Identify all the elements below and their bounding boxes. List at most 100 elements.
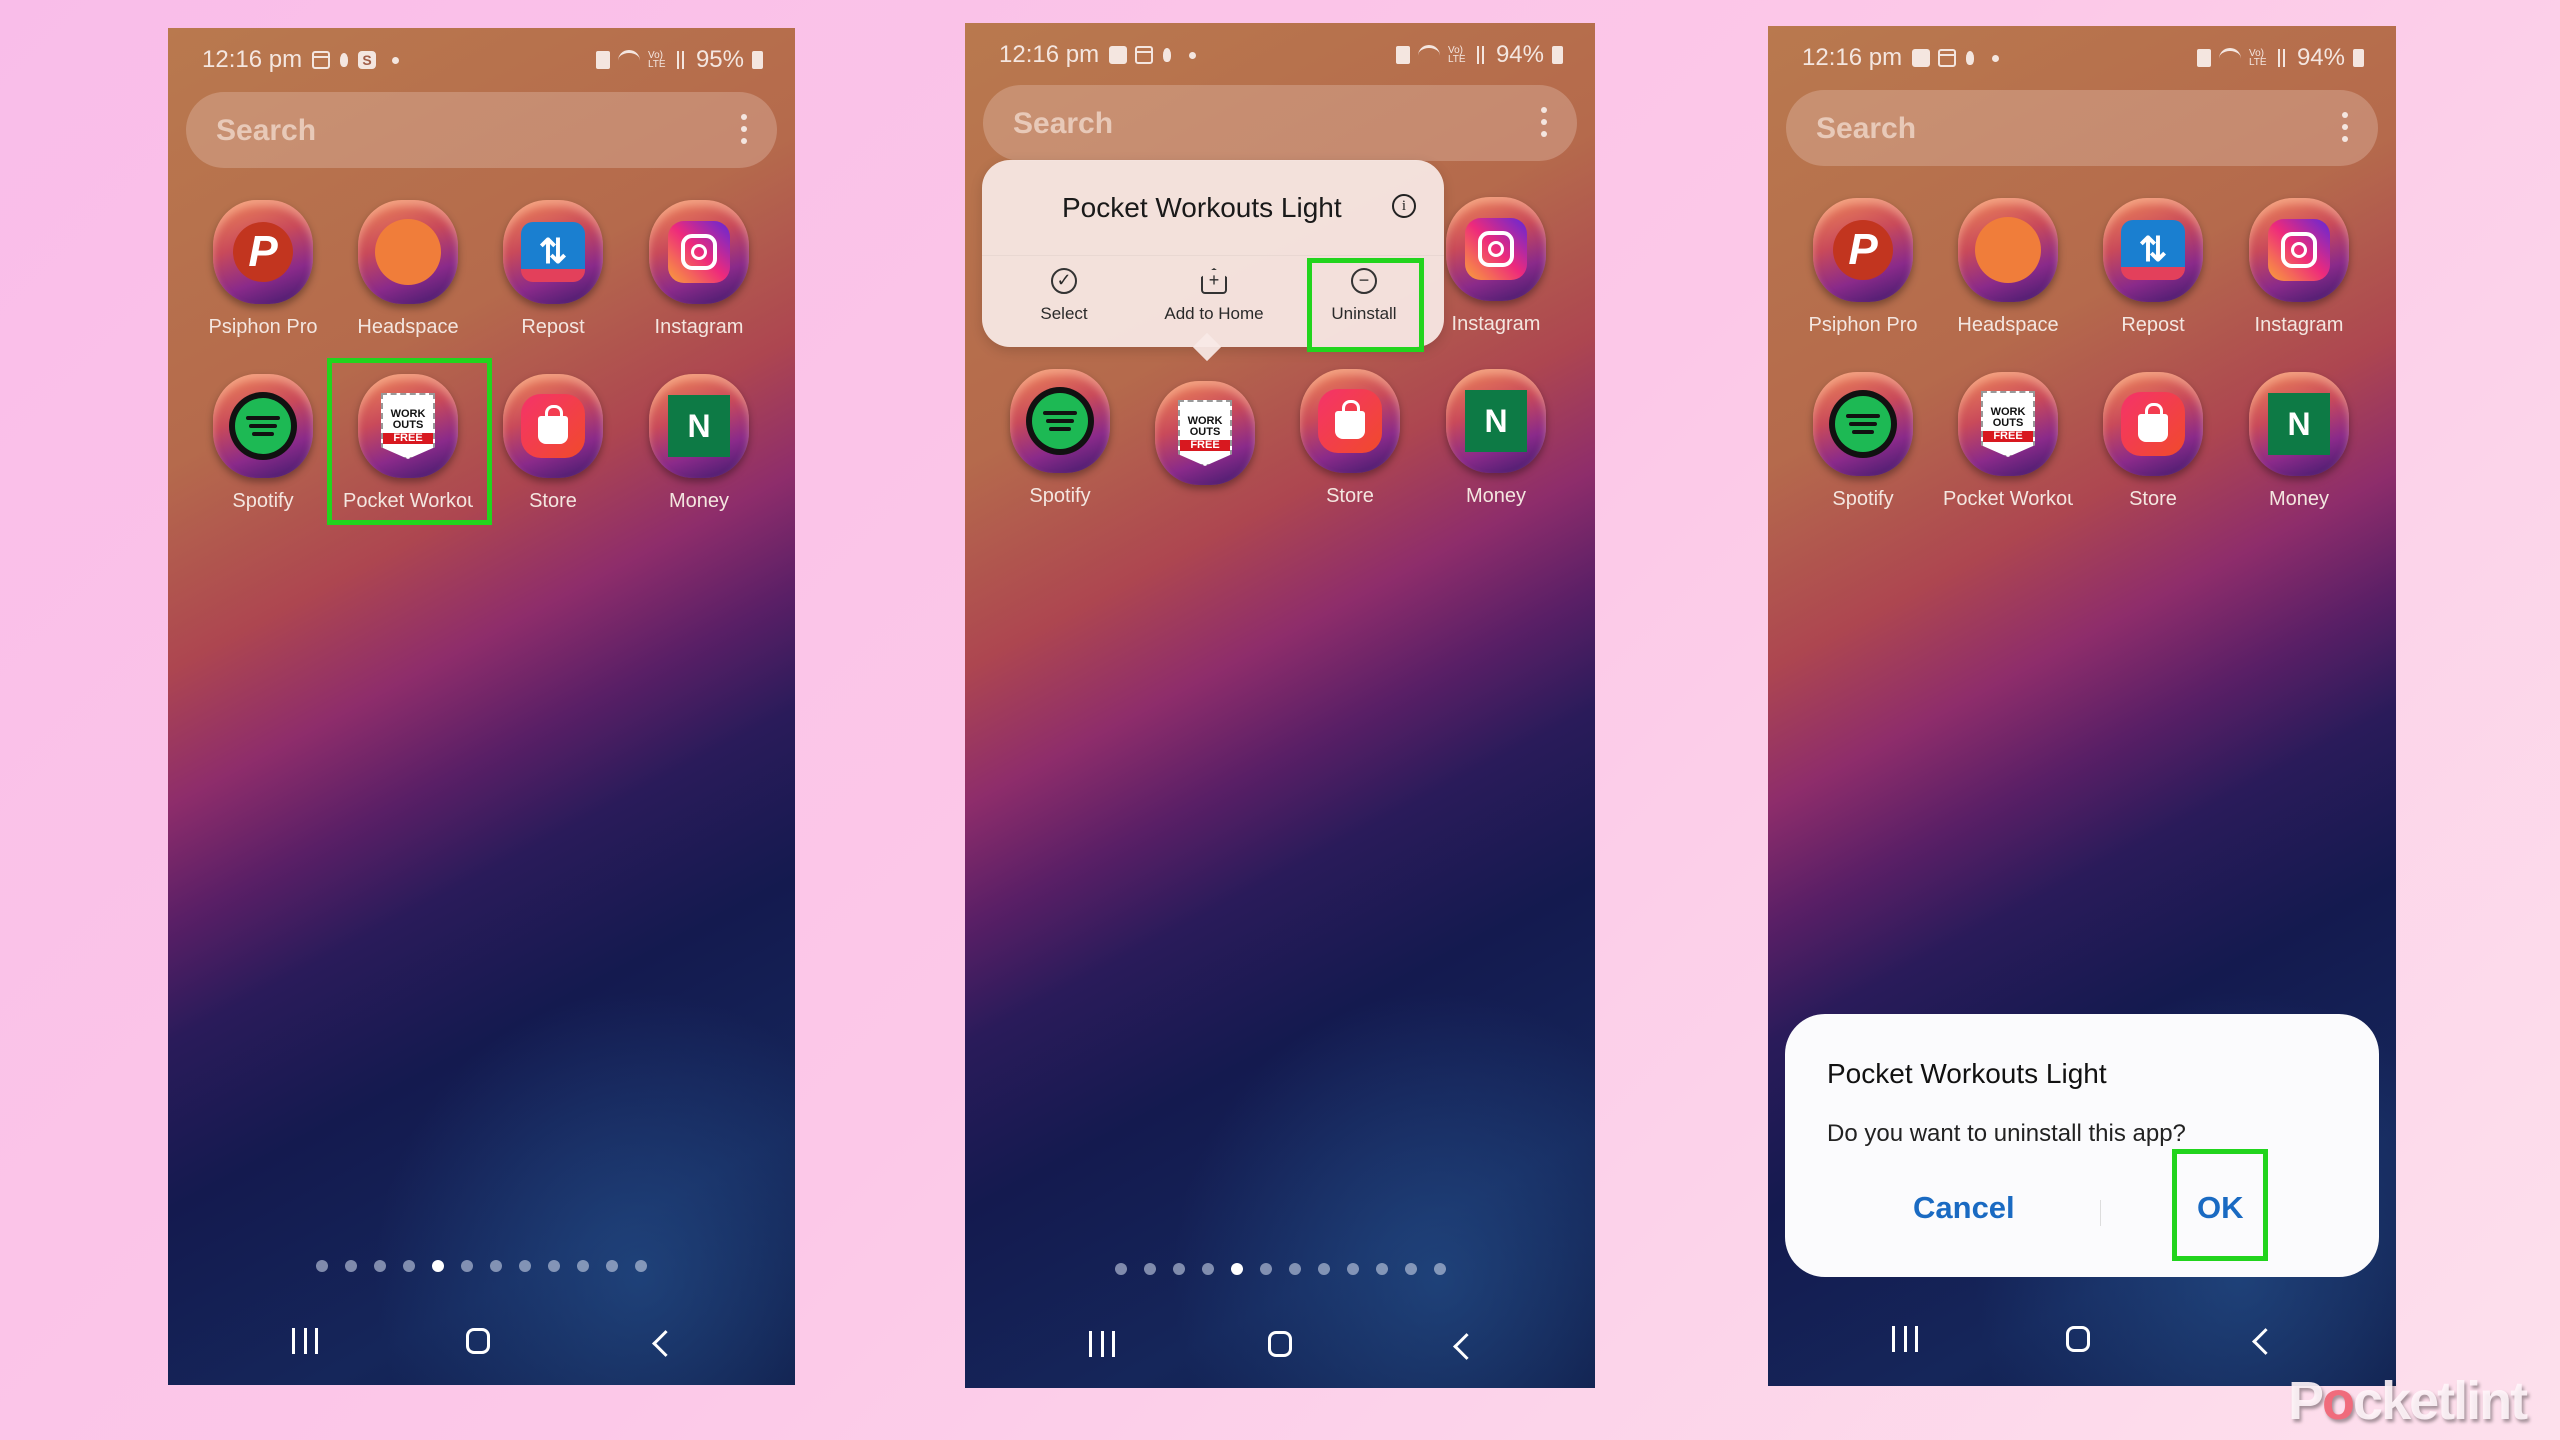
battery-percent: 94% <box>2296 44 2345 71</box>
spotify-icon <box>229 392 297 460</box>
page-indicator[interactable] <box>168 1260 795 1272</box>
page-dot[interactable] <box>490 1260 502 1272</box>
app-store[interactable]: Store <box>1285 369 1415 508</box>
app-repost[interactable]: ⇅ Repost <box>2088 198 2218 337</box>
status-bar: 12:16 pm Vo) LTE 94% <box>1802 40 2364 76</box>
galaxy-store-icon <box>521 394 585 458</box>
page-dot[interactable] <box>1375 1263 1388 1275</box>
back-button[interactable] <box>1453 1333 1480 1360</box>
page-dot[interactable] <box>461 1260 473 1272</box>
signal-icon <box>673 51 688 69</box>
app-label: Store <box>529 490 577 512</box>
app-instagram[interactable]: Instagram <box>1431 197 1561 336</box>
page-dot[interactable] <box>577 1260 589 1272</box>
pocketlint-watermark: Pocketlint <box>2288 1371 2528 1431</box>
money-icon: N <box>1465 390 1527 452</box>
calendar-icon <box>312 51 331 69</box>
page-dot[interactable] <box>1288 1263 1301 1275</box>
app-psiphon-pro[interactable]: P Psiphon Pro <box>198 200 328 339</box>
home-button[interactable] <box>466 1328 490 1354</box>
page-dot-active[interactable] <box>1230 1263 1243 1275</box>
recents-button[interactable] <box>1892 1326 1918 1352</box>
page-dot[interactable] <box>374 1260 386 1272</box>
app-spotify[interactable]: Spotify <box>1798 372 1928 511</box>
page-dot[interactable] <box>1433 1263 1446 1275</box>
app-headspace[interactable]: Headspace <box>343 200 473 339</box>
instagram-icon <box>2268 219 2330 281</box>
app-pocket-workouts[interactable]: WORKOUTSFREE Pocket Workou... <box>1943 372 2073 511</box>
app-money[interactable]: N Money <box>634 374 764 513</box>
more-options-icon[interactable] <box>2342 112 2348 144</box>
dialog-message: Do you want to uninstall this app? <box>1827 1120 2186 1147</box>
gallery-icon <box>1912 49 1931 67</box>
app-instagram[interactable]: Instagram <box>634 200 764 339</box>
app-store[interactable]: Store <box>2088 372 2218 511</box>
back-button[interactable] <box>2252 1328 2279 1355</box>
highlight-box-uninstall <box>1307 258 1424 352</box>
app-instagram[interactable]: Instagram <box>2234 198 2364 337</box>
psiphon-icon: P <box>233 222 293 282</box>
more-options-icon[interactable] <box>1541 107 1547 139</box>
app-money[interactable]: N Money <box>2234 372 2364 511</box>
page-dot[interactable] <box>1404 1263 1417 1275</box>
work-profile-icon <box>1395 46 1410 64</box>
app-label: Money <box>1465 485 1527 507</box>
repost-icon: ⇅ <box>2121 220 2185 280</box>
s-app-icon: S <box>358 51 377 69</box>
phone-screen-step-3: 12:16 pm Vo) LTE 94% Search P Psiphon Pr… <box>1768 26 2396 1386</box>
app-spotify[interactable]: Spotify <box>995 369 1125 508</box>
page-dot[interactable] <box>1114 1263 1127 1275</box>
page-dot[interactable] <box>548 1260 560 1272</box>
page-dot[interactable] <box>635 1260 647 1272</box>
page-dot[interactable] <box>345 1260 357 1272</box>
navigation-bar <box>1768 1316 2396 1366</box>
navigation-bar <box>168 1318 795 1368</box>
app-search-bar[interactable]: Search <box>983 85 1577 161</box>
cancel-button[interactable]: Cancel <box>1913 1190 2015 1226</box>
app-money[interactable]: N Money <box>1431 369 1561 508</box>
back-button[interactable] <box>652 1330 679 1357</box>
app-store[interactable]: Store <box>488 374 618 513</box>
repost-icon: ⇅ <box>521 222 585 282</box>
app-spotify[interactable]: Spotify <box>198 374 328 513</box>
app-search-bar[interactable]: Search <box>186 92 777 168</box>
home-button[interactable] <box>2066 1326 2090 1352</box>
page-dot[interactable] <box>316 1260 328 1272</box>
app-label: Instagram <box>1451 313 1541 335</box>
page-dot[interactable] <box>1201 1263 1214 1275</box>
page-indicator[interactable] <box>965 1263 1595 1275</box>
status-bar: 12:16 pm S Vo) LTE 95% <box>202 42 763 78</box>
app-headspace[interactable]: Headspace <box>1943 198 2073 337</box>
select-action[interactable]: ✓ Select <box>999 268 1129 324</box>
page-dot[interactable] <box>1143 1263 1156 1275</box>
recents-button[interactable] <box>292 1328 318 1354</box>
app-label: Repost <box>521 316 585 338</box>
page-dot[interactable] <box>1172 1263 1185 1275</box>
battery-icon <box>752 51 763 69</box>
context-menu-title: Pocket Workouts Light <box>1062 192 1342 223</box>
wifi-icon <box>617 49 640 71</box>
add-to-home-action[interactable]: + Add to Home <box>1149 268 1279 324</box>
status-time: 12:16 pm <box>999 41 1100 68</box>
page-dot-active[interactable] <box>432 1260 444 1272</box>
volte-icon: Vo) LTE <box>2248 48 2267 68</box>
app-psiphon-pro[interactable]: P Psiphon Pro <box>1798 198 1928 337</box>
page-dot[interactable] <box>519 1260 531 1272</box>
page-dot[interactable] <box>606 1260 618 1272</box>
galaxy-store-icon <box>2121 392 2185 456</box>
page-dot[interactable] <box>1259 1263 1272 1275</box>
recents-button[interactable] <box>1089 1331 1115 1357</box>
app-pocket-workouts-selected[interactable]: WORK OUTS FREE <box>1140 381 1270 485</box>
app-repost[interactable]: ⇅ Repost <box>488 200 618 339</box>
battery-percent: 95% <box>695 46 744 73</box>
app-search-bar[interactable]: Search <box>1786 90 2378 166</box>
more-options-icon[interactable] <box>741 114 747 146</box>
page-dot[interactable] <box>403 1260 415 1272</box>
page-dot[interactable] <box>1346 1263 1359 1275</box>
headspace-icon <box>375 219 441 285</box>
page-dot[interactable] <box>1317 1263 1330 1275</box>
app-info-icon[interactable]: i <box>1392 194 1416 218</box>
status-time: 12:16 pm <box>1802 44 1903 71</box>
signal-icon <box>1473 46 1488 64</box>
home-button[interactable] <box>1268 1331 1292 1357</box>
